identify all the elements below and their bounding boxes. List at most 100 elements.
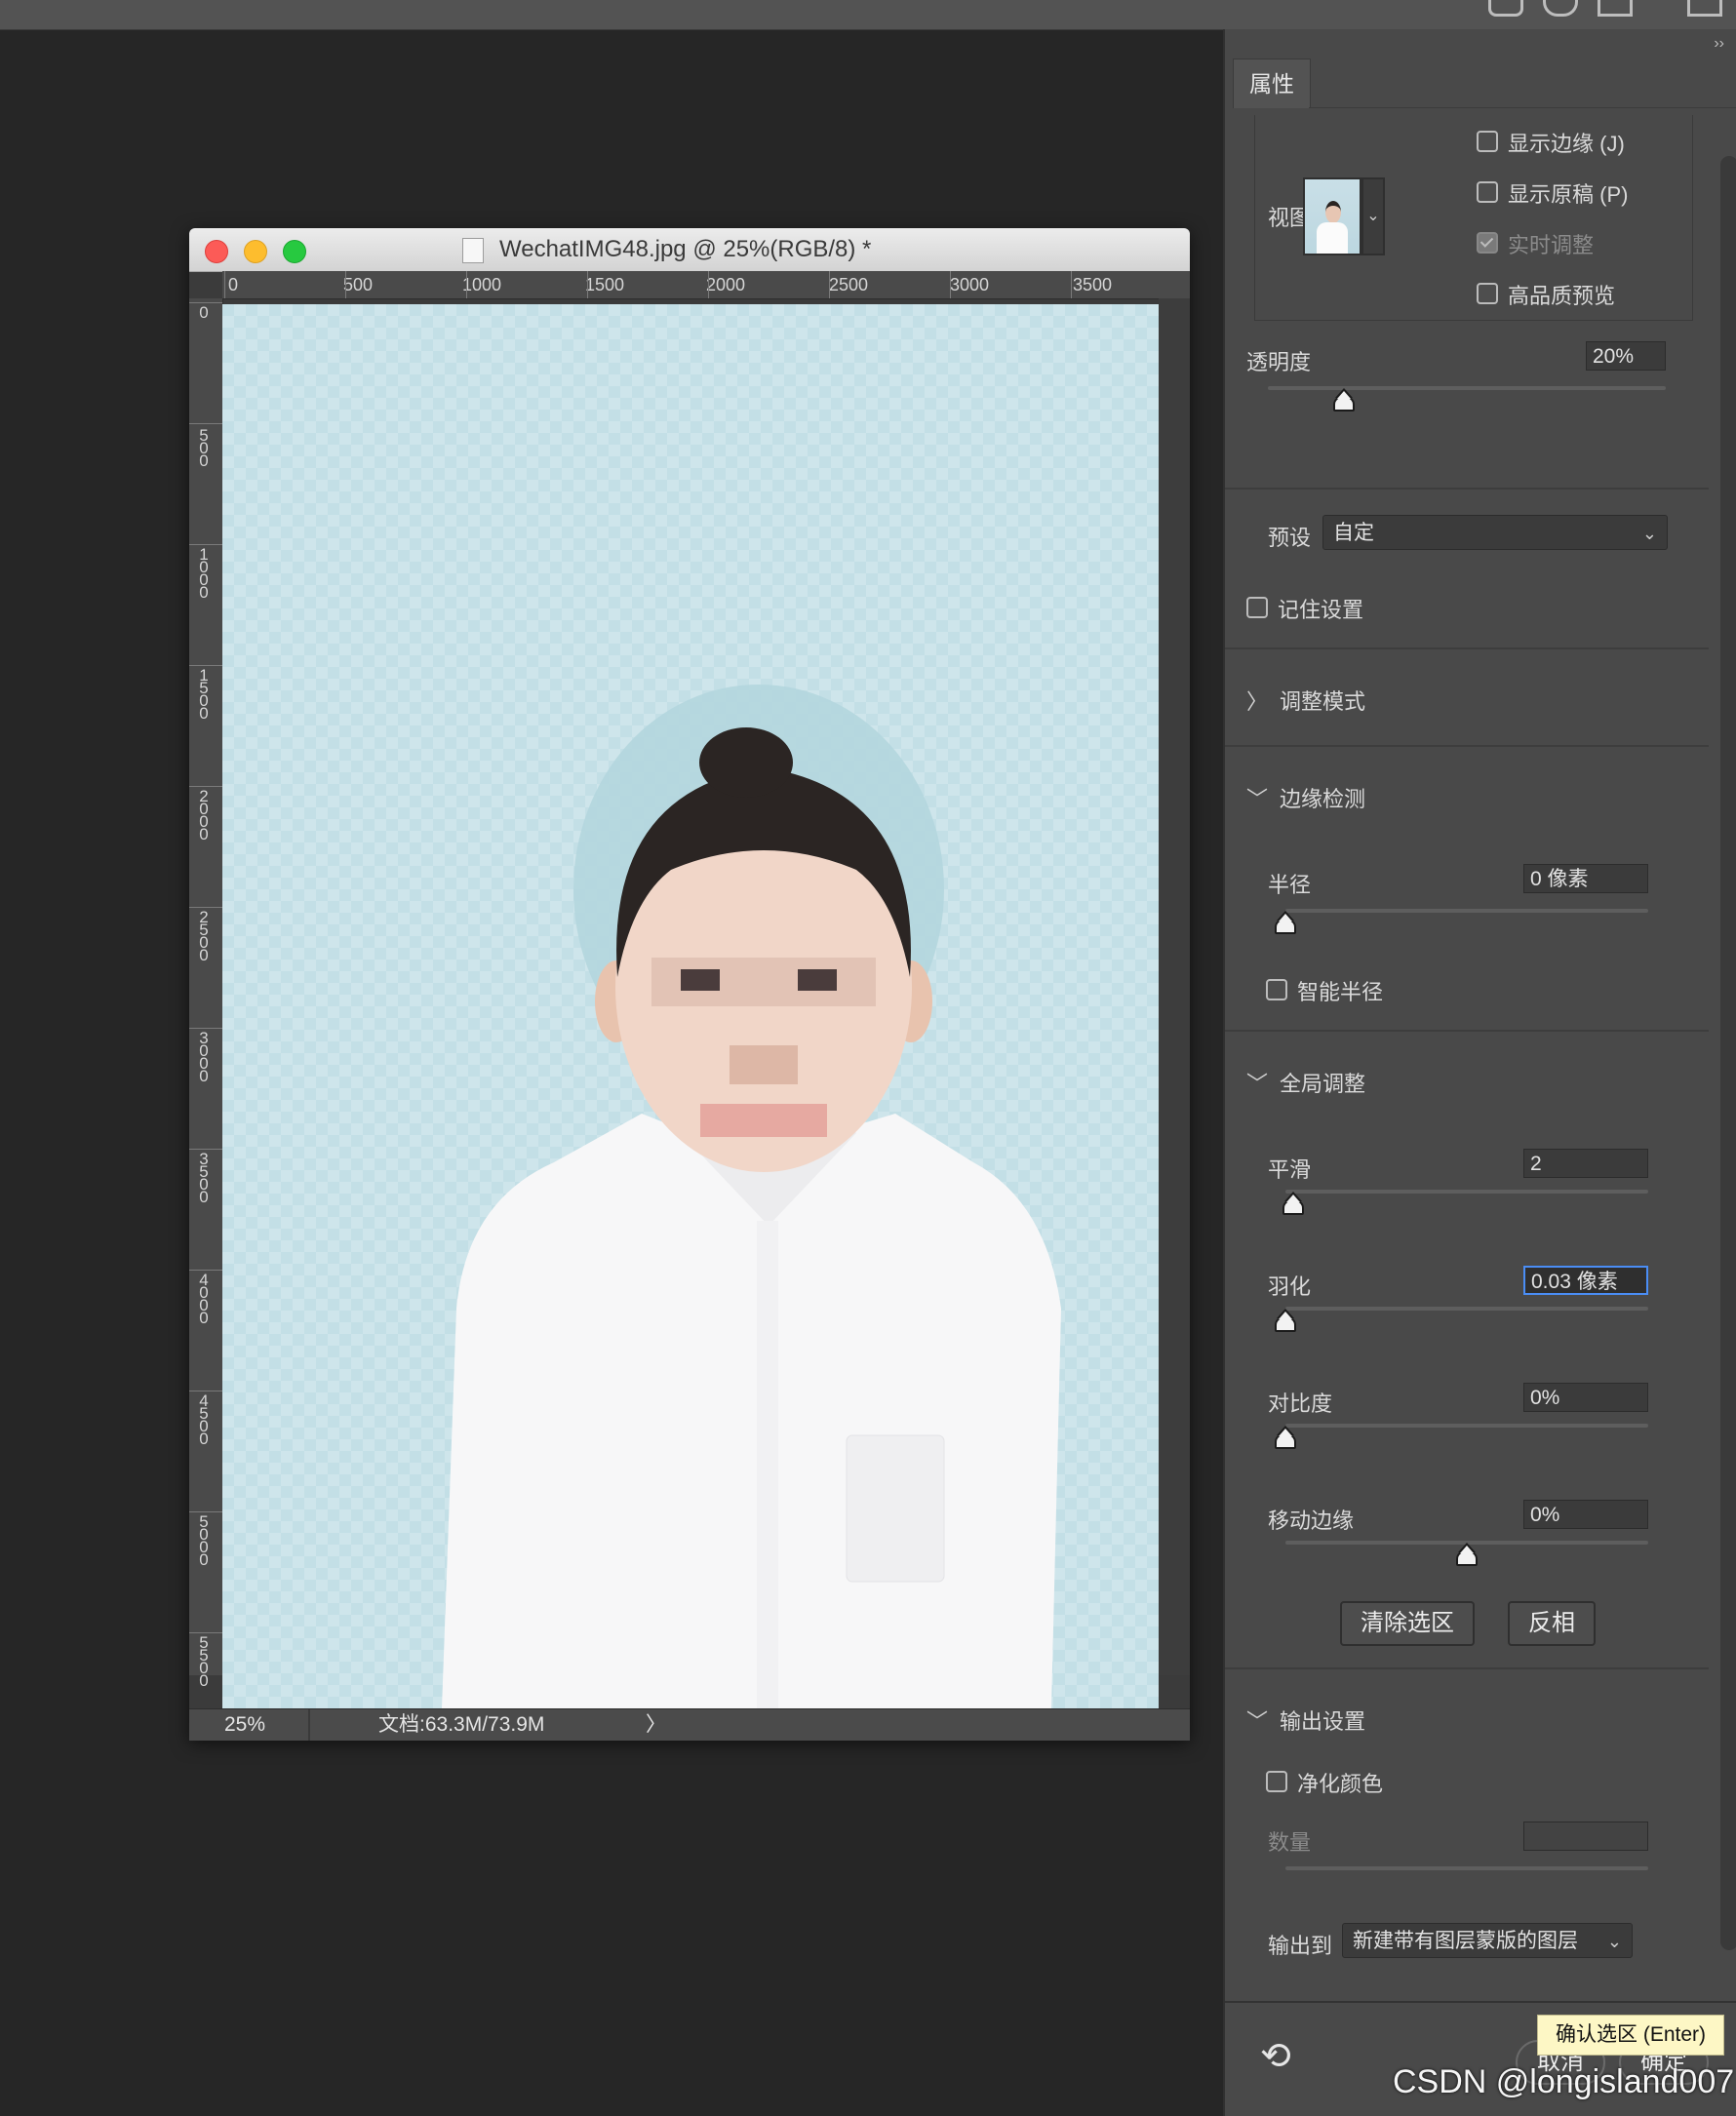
horizontal-ruler[interactable]: 0 500 1000 1500 2000 2500 3000 3500 <box>222 271 1190 299</box>
radius-field[interactable]: 0 像素 <box>1523 864 1648 893</box>
section-global-adjust[interactable]: ﹀ 全局调整 <box>1246 1067 1365 1098</box>
view-mode-dropdown-icon[interactable]: ⌄ <box>1361 177 1385 255</box>
zoom-window-button[interactable] <box>283 240 306 263</box>
document-status-bar: 25% 文档:63.3M/73.9M 〉 <box>189 1708 1190 1741</box>
feather-slider-track[interactable] <box>1285 1307 1648 1311</box>
contrast-label: 对比度 <box>1268 1391 1333 1416</box>
opacity-field[interactable]: 20% <box>1586 341 1666 371</box>
ruler-label: 500 <box>343 275 374 294</box>
document-window: WechatIMG48.jpg @ 25%(RGB/8) * 0 500 100… <box>189 228 1190 1741</box>
ruler-label: 0 <box>199 303 209 322</box>
ruler-label: 500 <box>199 426 209 470</box>
amount-label: 数量 <box>1268 1830 1312 1855</box>
output-to-label: 输出到 <box>1268 1934 1333 1958</box>
ruler-label: 2500 <box>199 908 209 964</box>
properties-panel: ›› 属性 视图 ⌄ 显示边缘 (J) 显示原稿 (P) 实时调整 高品质预览 … <box>1223 29 1736 2116</box>
app-top-bar <box>0 0 1736 30</box>
smooth-field[interactable]: 2 <box>1523 1149 1648 1178</box>
section-output-settings[interactable]: ﹀ 输出设置 <box>1246 1705 1365 1736</box>
new-tab-icon[interactable] <box>1488 0 1523 17</box>
high-quality-preview-checkbox[interactable] <box>1477 283 1498 304</box>
shift-edge-field[interactable]: 0% <box>1523 1500 1648 1529</box>
opacity-slider-track[interactable] <box>1268 386 1666 390</box>
search-icon[interactable] <box>1543 0 1578 17</box>
contrast-slider-track[interactable] <box>1285 1424 1648 1428</box>
reset-icon[interactable]: ⟲ <box>1260 2034 1291 2078</box>
chevron-down-icon: ﹀ <box>1246 1072 1269 1096</box>
global-adjust-label: 全局调整 <box>1280 1072 1366 1096</box>
radius-slider-track[interactable] <box>1285 909 1648 913</box>
amount-field[interactable] <box>1523 1822 1648 1851</box>
canvas-vertical-scrollbar[interactable] <box>1159 298 1190 1675</box>
realtime-adjust-label: 实时调整 <box>1508 233 1595 257</box>
ruler-label: 4500 <box>199 1391 209 1448</box>
vertical-ruler[interactable]: 0 500 1000 1500 2000 2500 3000 3500 4000… <box>189 298 223 1689</box>
section-adjust-mode[interactable]: 〉调整模式 <box>1246 685 1365 716</box>
zoom-level[interactable]: 25% <box>224 1709 265 1741</box>
realtime-adjust-checkbox[interactable] <box>1477 232 1498 254</box>
remember-settings-checkbox[interactable] <box>1246 597 1268 618</box>
close-window-button[interactable] <box>205 240 228 263</box>
contrast-field[interactable]: 0% <box>1523 1383 1648 1412</box>
show-original-checkbox[interactable] <box>1477 181 1498 203</box>
ruler-label: 3500 <box>199 1150 209 1206</box>
clear-selection-button[interactable]: 清除选区 <box>1340 1601 1475 1646</box>
opacity-label: 透明度 <box>1246 350 1312 374</box>
shirt-placket <box>757 1221 778 1708</box>
smooth-slider-track[interactable] <box>1285 1190 1648 1194</box>
workspace-icon[interactable] <box>1598 0 1633 17</box>
show-edge-checkbox[interactable] <box>1477 131 1498 152</box>
ruler-label: 5500 <box>199 1633 209 1690</box>
ruler-label: 0 <box>228 275 239 294</box>
document-icon <box>462 238 484 263</box>
chevron-down-icon: ﹀ <box>1246 1709 1269 1734</box>
amount-slider-track[interactable] <box>1285 1866 1648 1870</box>
preset-select[interactable]: 自定 ⌄ <box>1322 515 1668 550</box>
decontaminate-colors-label: 净化颜色 <box>1297 1772 1384 1796</box>
image-canvas[interactable] <box>222 304 1159 1708</box>
decontaminate-colors-checkbox[interactable] <box>1266 1771 1287 1792</box>
smart-radius-checkbox[interactable] <box>1266 979 1287 1000</box>
csdn-watermark: CSDN @longisland007 <box>1393 2063 1735 2100</box>
confirm-selection-tooltip: 确认选区 (Enter) <box>1537 2015 1725 2056</box>
high-quality-preview-label: 高品质预览 <box>1508 284 1616 308</box>
left-eye <box>681 969 720 991</box>
chevron-down-icon: ⌄ <box>1606 1932 1622 1951</box>
ruler-label: 3000 <box>950 275 990 294</box>
section-edge-detection[interactable]: ﹀ 边缘检测 <box>1246 782 1365 813</box>
status-menu-arrow[interactable]: 〉 <box>646 1709 666 1741</box>
smart-radius-label: 智能半径 <box>1297 980 1384 1004</box>
adjust-mode-label: 调整模式 <box>1280 689 1366 714</box>
pixelated-mouth <box>700 1104 827 1137</box>
right-eye <box>798 969 837 991</box>
chevron-down-icon: ⌄ <box>1641 524 1657 543</box>
ruler-label: 2000 <box>706 275 746 294</box>
ruler-label: 1500 <box>199 666 209 723</box>
pixelated-nose <box>730 1045 798 1084</box>
tab-properties[interactable]: 属性 <box>1233 59 1311 108</box>
ruler-label: 4000 <box>199 1271 209 1327</box>
chevron-right-icon: 〉 <box>1246 689 1269 714</box>
shirt-pocket <box>846 1434 945 1583</box>
document-titlebar: WechatIMG48.jpg @ 25%(RGB/8) * <box>189 228 1190 272</box>
hair-bun <box>699 727 793 798</box>
window-icon[interactable] <box>1687 0 1722 17</box>
feather-field[interactable]: 0.03 像素 <box>1523 1266 1648 1295</box>
show-original-label: 显示原稿 (P) <box>1508 182 1629 207</box>
ruler-label: 1500 <box>585 275 625 294</box>
preset-label: 预设 <box>1268 526 1312 550</box>
output-settings-label: 输出设置 <box>1280 1709 1366 1734</box>
collapse-panel-icon[interactable]: ›› <box>1714 35 1724 53</box>
shift-edge-label: 移动边缘 <box>1268 1509 1355 1533</box>
invert-button[interactable]: 反相 <box>1508 1601 1596 1646</box>
view-mode-thumbnail[interactable] <box>1303 177 1361 255</box>
output-to-select[interactable]: 新建带有图层蒙版的图层 ⌄ <box>1342 1923 1633 1958</box>
edge-detection-label: 边缘检测 <box>1280 787 1366 811</box>
show-edge-label: 显示边缘 (J) <box>1508 132 1625 156</box>
minimize-window-button[interactable] <box>244 240 267 263</box>
output-to-value: 新建带有图层蒙版的图层 <box>1353 1930 1578 1952</box>
ruler-label: 3500 <box>1073 275 1113 294</box>
portrait-photo <box>442 685 1061 1708</box>
ruler-label: 1000 <box>199 545 209 602</box>
panel-scrollbar[interactable] <box>1720 156 1736 1950</box>
